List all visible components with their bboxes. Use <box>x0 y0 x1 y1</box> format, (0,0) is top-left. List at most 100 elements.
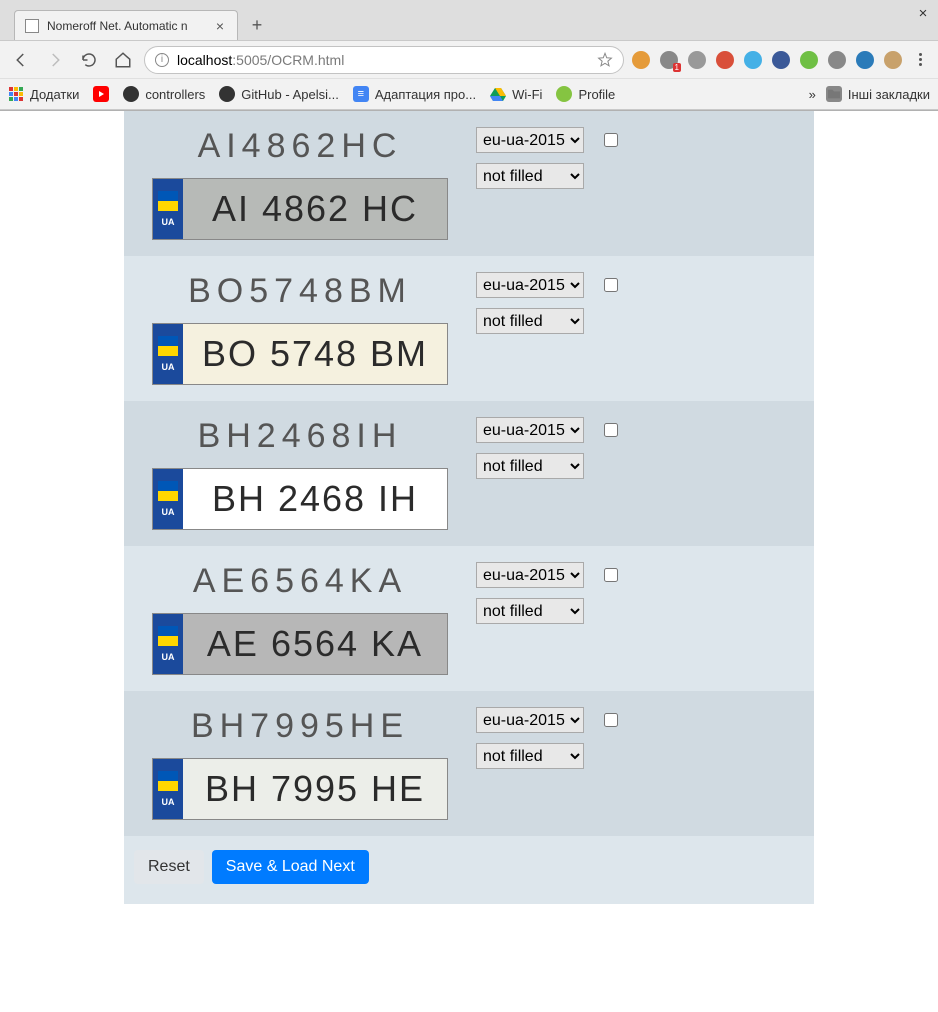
toolbar: i localhost:5005/OCRM.html 1 <box>0 40 938 78</box>
plate-row: BH7995HE UA BH 7995 HE eu-ua-2015 not fi… <box>124 691 814 836</box>
plate-state-select[interactable]: not filled <box>476 598 584 624</box>
plate-image: UA AI 4862 HC <box>152 178 448 240</box>
bookmark-star-icon[interactable] <box>597 52 613 68</box>
plate-left: BO5748BM UA BO 5748 BM <box>140 272 460 385</box>
home-button[interactable] <box>110 47 136 73</box>
window-close-icon[interactable]: × <box>914 4 932 22</box>
tab-close-icon[interactable]: × <box>213 19 227 33</box>
extension-icon[interactable]: 1 <box>660 51 678 69</box>
bookmark-overflow-chevron[interactable]: » <box>809 87 816 102</box>
plate-flag: UA <box>153 324 183 384</box>
youtube-icon <box>93 86 109 102</box>
plate-ocr-text: AI4862HC <box>198 127 403 166</box>
extension-icon[interactable] <box>744 51 762 69</box>
bookmark-label: Profile <box>578 87 615 102</box>
back-button[interactable] <box>8 47 34 73</box>
page-container: AI4862HC UA AI 4862 HC eu-ua-2015 not fi… <box>124 111 814 904</box>
profile-avatar-icon[interactable] <box>884 51 902 69</box>
plate-controls: eu-ua-2015 not filled <box>476 272 798 334</box>
plate-controls: eu-ua-2015 not filled <box>476 127 798 189</box>
plate-row: AI4862HC UA AI 4862 HC eu-ua-2015 not fi… <box>124 111 814 256</box>
plate-number: AE 6564 KA <box>183 614 447 674</box>
github-icon <box>123 86 139 102</box>
plate-row: BO5748BM UA BO 5748 BM eu-ua-2015 not fi… <box>124 256 814 401</box>
plate-country-label: UA <box>162 362 175 372</box>
address-bar[interactable]: i localhost:5005/OCRM.html <box>144 46 624 74</box>
url-host: localhost <box>177 52 232 68</box>
reset-button[interactable]: Reset <box>134 850 204 884</box>
extension-icon[interactable] <box>856 51 874 69</box>
plate-flag: UA <box>153 469 183 529</box>
plate-type-select[interactable]: eu-ua-2015 <box>476 272 584 298</box>
extension-icon[interactable] <box>632 51 650 69</box>
bookmark-item[interactable]: controllers <box>123 86 205 102</box>
plate-image: UA BH 2468 IH <box>152 468 448 530</box>
titlebar: Nomeroff Net. Automatic n × + × <box>0 0 938 40</box>
github-icon <box>219 86 235 102</box>
plate-number: BO 5748 BM <box>183 324 447 384</box>
bookmark-item[interactable]: GitHub - Apelsi... <box>219 86 339 102</box>
other-bookmarks[interactable]: Інші закладки <box>826 86 930 102</box>
plate-type-select[interactable]: eu-ua-2015 <box>476 127 584 153</box>
new-tab-button[interactable]: + <box>244 12 270 38</box>
plate-ocr-text: BH2468IH <box>198 417 403 456</box>
plate-left: AI4862HC UA AI 4862 HC <box>140 127 460 240</box>
plate-state-select[interactable]: not filled <box>476 453 584 479</box>
bookmark-label: controllers <box>145 87 205 102</box>
bookmark-label: Адаптация про... <box>375 87 476 102</box>
extension-icons: 1 <box>632 51 902 69</box>
other-bookmarks-label: Інші закладки <box>848 87 930 102</box>
plate-checkbox[interactable] <box>604 278 618 292</box>
plate-type-select[interactable]: eu-ua-2015 <box>476 562 584 588</box>
plate-type-select[interactable]: eu-ua-2015 <box>476 707 584 733</box>
bookmark-item[interactable]: Profile <box>556 86 615 102</box>
page-viewport[interactable]: AI4862HC UA AI 4862 HC eu-ua-2015 not fi… <box>0 111 938 1012</box>
plate-checkbox[interactable] <box>604 133 618 147</box>
forward-button[interactable] <box>42 47 68 73</box>
bookmark-item[interactable] <box>93 86 109 102</box>
bookmark-label: GitHub - Apelsi... <box>241 87 339 102</box>
button-row: Reset Save & Load Next <box>124 836 814 884</box>
plate-state-select[interactable]: not filled <box>476 743 584 769</box>
plate-country-label: UA <box>162 652 175 662</box>
plate-state-select[interactable]: not filled <box>476 163 584 189</box>
plate-ocr-text: BO5748BM <box>188 272 412 311</box>
plate-checkbox[interactable] <box>604 423 618 437</box>
bookmark-label: Wi-Fi <box>512 87 542 102</box>
extension-icon[interactable] <box>688 51 706 69</box>
plate-ocr-text: BH7995HE <box>191 707 409 746</box>
plate-state-select[interactable]: not filled <box>476 308 584 334</box>
plate-controls: eu-ua-2015 not filled <box>476 707 798 769</box>
plate-checkbox[interactable] <box>604 713 618 727</box>
plate-image: UA BH 7995 HE <box>152 758 448 820</box>
extension-icon[interactable] <box>716 51 734 69</box>
plate-checkbox[interactable] <box>604 568 618 582</box>
extension-icon[interactable] <box>800 51 818 69</box>
docs-icon: ≡ <box>353 86 369 102</box>
plate-number: BH 7995 HE <box>183 759 447 819</box>
extension-icon[interactable] <box>828 51 846 69</box>
reload-button[interactable] <box>76 47 102 73</box>
plate-left: BH2468IH UA BH 2468 IH <box>140 417 460 530</box>
plate-left: BH7995HE UA BH 7995 HE <box>140 707 460 820</box>
menu-button[interactable] <box>910 50 930 70</box>
folder-icon <box>826 86 842 102</box>
drive-icon <box>490 86 506 102</box>
bookmark-item[interactable]: ≡ Адаптация про... <box>353 86 476 102</box>
plate-number: BH 2468 IH <box>183 469 447 529</box>
browser-tab[interactable]: Nomeroff Net. Automatic n × <box>14 10 238 40</box>
plate-country-label: UA <box>162 217 175 227</box>
plate-ocr-text: AE6564KA <box>193 562 407 601</box>
plate-left: AE6564KA UA AE 6564 KA <box>140 562 460 675</box>
apps-bookmark[interactable]: Додатки <box>8 86 79 102</box>
site-info-icon[interactable]: i <box>155 53 169 67</box>
extension-icon[interactable] <box>772 51 790 69</box>
tab-title: Nomeroff Net. Automatic n <box>47 19 205 33</box>
plate-controls: eu-ua-2015 not filled <box>476 562 798 624</box>
bookmark-item[interactable]: Wi-Fi <box>490 86 542 102</box>
plate-flag: UA <box>153 179 183 239</box>
save-button[interactable]: Save & Load Next <box>212 850 369 884</box>
plate-type-select[interactable]: eu-ua-2015 <box>476 417 584 443</box>
url-path: :5005/OCRM.html <box>232 52 344 68</box>
tab-favicon-icon <box>25 19 39 33</box>
